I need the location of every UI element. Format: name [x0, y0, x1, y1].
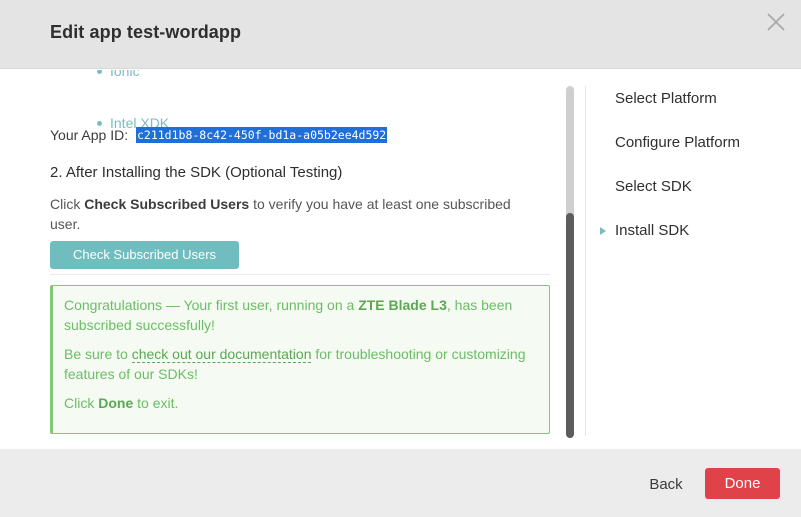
success-line-3-prefix: Click: [64, 395, 99, 411]
dialog-title: Edit app test-wordapp: [50, 22, 242, 42]
success-line-1: Congratulations — Your first user, runni…: [64, 295, 537, 335]
content-scrollbar-thumb[interactable]: [566, 213, 574, 438]
done-button[interactable]: Done: [705, 468, 780, 499]
device-name: ZTE Blade L3: [358, 297, 447, 313]
edit-app-dialog: Edit app test-wordapp Ionic Intel XDK Yo…: [0, 0, 801, 517]
done-hint: Done: [98, 395, 134, 411]
step-select-sdk[interactable]: Select SDK: [615, 178, 692, 195]
desc-bold: Check Subscribed Users: [84, 196, 250, 212]
dialog-footer: Back Done: [0, 449, 801, 517]
step-configure-platform[interactable]: Configure Platform: [615, 134, 740, 151]
triangle-right-icon: [600, 227, 606, 235]
dialog-header: Edit app test-wordapp: [0, 0, 801, 69]
install-sdk-content: Ionic Intel XDK Your App ID: c211d1b8-8c…: [50, 70, 555, 449]
step-select-platform[interactable]: Select Platform: [615, 90, 717, 107]
desc-prefix: Click: [50, 196, 85, 212]
success-line-3-suffix: to exit.: [133, 395, 179, 411]
success-alert: Congratulations — Your first user, runni…: [50, 285, 550, 434]
step-install-sdk[interactable]: Install SDK: [615, 222, 689, 239]
platform-list: Ionic Intel XDK: [80, 70, 169, 131]
platform-list-item-ionic[interactable]: Ionic: [96, 70, 169, 80]
dialog-body: Ionic Intel XDK Your App ID: c211d1b8-8c…: [0, 70, 801, 449]
steps-divider: [585, 86, 586, 436]
app-id-label: Your App ID:: [50, 127, 129, 144]
success-line-3: Click Done to exit.: [64, 393, 537, 413]
documentation-link[interactable]: check out our documentation: [131, 346, 312, 363]
check-subscribed-users-button[interactable]: Check Subscribed Users: [50, 241, 239, 269]
back-button[interactable]: Back: [647, 473, 685, 495]
section-divider: [50, 274, 550, 275]
app-id-row: Your App ID: c211d1b8-8c42-450f-bd1a-a05…: [50, 126, 388, 144]
check-users-description: Click Check Subscribed Users to verify y…: [50, 194, 540, 234]
success-line-2-prefix: Be sure to: [64, 346, 132, 362]
success-line-2: Be sure to check out our documentation f…: [64, 344, 537, 384]
step-heading: 2. After Installing the SDK (Optional Te…: [50, 164, 343, 181]
close-icon[interactable]: [764, 10, 788, 34]
app-id-value[interactable]: c211d1b8-8c42-450f-bd1a-a05b2ee4d592: [135, 127, 388, 144]
success-line-1-prefix: Congratulations — Your first user, runni…: [64, 297, 359, 313]
